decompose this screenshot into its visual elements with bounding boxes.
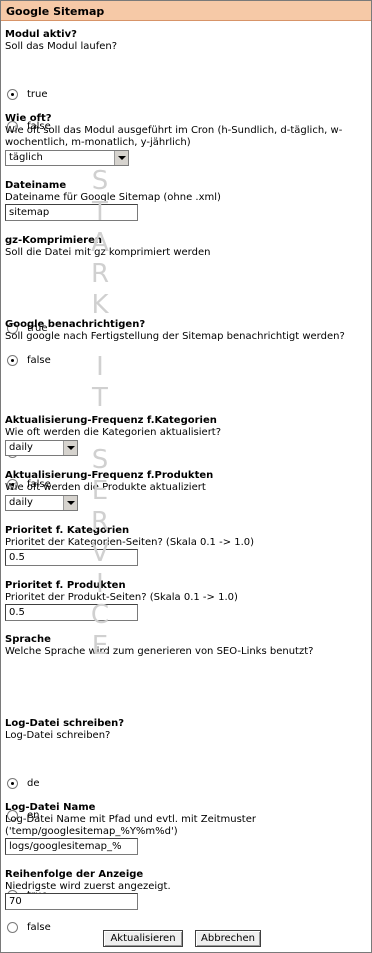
watermark-letter: K <box>91 290 109 320</box>
prio-kat-section: Prioritet f. Kategorien Prioritet der Ka… <box>5 525 369 549</box>
chevron-down-icon[interactable] <box>63 441 77 455</box>
dateiname-value[interactable]: sitemap <box>5 204 138 221</box>
modul-aktiv-section: Modul aktiv? Soll das Modul laufen? <box>5 29 369 53</box>
freq-kat-desc: Wie oft werden die Kategorien aktualisie… <box>5 427 222 438</box>
sitemap-config-panel: Google Sitemap Modul aktiv? Soll das Mod… <box>0 0 372 953</box>
prio-prod-desc: Prioritet der Produkt-Seiten? (Skala 0.1… <box>5 592 238 603</box>
modul-aktiv-desc: Soll das Modul laufen? <box>5 41 118 52</box>
sprache-de-radio[interactable]: de <box>5 777 369 791</box>
log-schreiben-section: Log-Datei schreiben? Log-Datei schreiben… <box>5 718 369 742</box>
prio-kat-value[interactable]: 0.5 <box>5 549 138 566</box>
freq-prod-title: Aktualisierung-Frequenz f.Produkten <box>5 470 214 481</box>
modul-aktiv-true-radio[interactable]: true <box>5 88 369 102</box>
cancel-button[interactable]: Abbrechen <box>195 930 261 947</box>
radio-checked-icon[interactable] <box>7 89 18 100</box>
chevron-down-icon[interactable] <box>63 496 77 510</box>
select-value: täglich <box>9 152 43 163</box>
prio-prod-input[interactable]: 0.5 <box>5 604 138 621</box>
freq-kat-title: Aktualisierung-Frequenz f.Kategorien <box>5 415 217 426</box>
dateiname-desc: Dateiname für Google Sitemap (ohne .xml) <box>5 192 221 203</box>
watermark-letter: T <box>92 383 108 413</box>
radio-label: de <box>27 778 40 789</box>
chevron-down-icon[interactable] <box>114 151 128 165</box>
radio-icon[interactable] <box>7 922 18 933</box>
prio-kat-desc: Prioritet der Kategorien-Seiten? (Skala … <box>5 537 255 548</box>
reihenfolge-value[interactable]: 70 <box>5 893 138 910</box>
sprache-section: Sprache Welche Sprache wird zum generier… <box>5 634 369 658</box>
freq-kat-select[interactable]: daily <box>5 440 78 456</box>
log-name-value[interactable]: logs/googlesitemap_% <box>5 838 138 855</box>
radio-label: true <box>27 89 48 100</box>
dateiname-section: Dateiname Dateiname für Google Sitemap (… <box>5 180 369 204</box>
prio-prod-section: Prioritet f. Produkten Prioritet der Pro… <box>5 580 369 604</box>
radio-label: false <box>27 922 51 933</box>
dateiname-title: Dateiname <box>5 180 67 191</box>
prio-kat-title: Prioritet f. Kategorien <box>5 525 130 536</box>
freq-prod-section: Aktualisierung-Frequenz f.Produkten Wie … <box>5 470 369 494</box>
gz-false-radio[interactable]: false <box>5 354 369 368</box>
reihenfolge-section: Reihenfolge der Anzeige Niedrigste wird … <box>5 869 369 893</box>
benachrichtigen-section: Google benachrichtigen? Soll google nach… <box>5 319 369 343</box>
log-schreiben-desc: Log-Datei schreiben? <box>5 730 111 741</box>
log-schreiben-title: Log-Datei schreiben? <box>5 718 125 729</box>
gz-title: gz-Komprimieren <box>5 235 102 246</box>
freq-prod-select[interactable]: daily <box>5 495 78 511</box>
gz-section: gz-Komprimieren Soll die Datei mit gz ko… <box>5 235 369 259</box>
reihenfolge-title: Reihenfolge der Anzeige <box>5 869 144 880</box>
log-name-input[interactable]: logs/googlesitemap_% <box>5 838 138 855</box>
wie-oft-desc: Wie oft soll das Modul ausgeführt im Cro… <box>5 125 343 148</box>
log-name-title: Log-Datei Name <box>5 802 96 813</box>
panel-title: Google Sitemap <box>1 1 371 21</box>
wie-oft-title: Wie oft? <box>5 113 52 124</box>
update-button[interactable]: Aktualisieren <box>103 930 183 947</box>
radio-checked-icon[interactable] <box>7 778 18 789</box>
radio-checked-icon[interactable] <box>7 355 18 366</box>
reihenfolge-desc: Niedrigste wird zuerst angezeigt. <box>5 881 171 892</box>
watermark-letter: R <box>90 259 110 289</box>
wie-oft-select[interactable]: täglich <box>5 150 129 166</box>
log-name-desc: Log-Datei Name mit Pfad und evtl. mit Ze… <box>5 814 256 837</box>
benachrichtigen-desc: Soll google nach Fertigstellung der Site… <box>5 331 345 342</box>
modul-aktiv-title: Modul aktiv? <box>5 29 77 40</box>
wie-oft-section: Wie oft? Wie oft soll das Modul ausgefüh… <box>5 113 369 149</box>
freq-kat-section: Aktualisierung-Frequenz f.Kategorien Wie… <box>5 415 369 439</box>
prio-kat-input[interactable]: 0.5 <box>5 549 138 566</box>
dateiname-input[interactable]: sitemap <box>5 204 138 221</box>
sprache-title: Sprache <box>5 634 51 645</box>
prio-prod-title: Prioritet f. Produkten <box>5 580 126 591</box>
gz-desc: Soll die Datei mit gz komprimiert werden <box>5 247 211 258</box>
freq-prod-desc: Wie oft werden die Produkte aktualiziert <box>5 482 206 493</box>
sprache-desc: Welche Sprache wird zum generieren von S… <box>5 646 314 657</box>
select-value: daily <box>9 442 33 453</box>
select-value: daily <box>9 497 33 508</box>
radio-label: false <box>27 355 51 366</box>
log-schreiben-false-radio[interactable]: false <box>5 921 369 935</box>
prio-prod-value[interactable]: 0.5 <box>5 604 138 621</box>
benachrichtigen-title: Google benachrichtigen? <box>5 319 146 330</box>
log-name-section: Log-Datei Name Log-Datei Name mit Pfad u… <box>5 802 369 838</box>
reihenfolge-input[interactable]: 70 <box>5 893 138 910</box>
